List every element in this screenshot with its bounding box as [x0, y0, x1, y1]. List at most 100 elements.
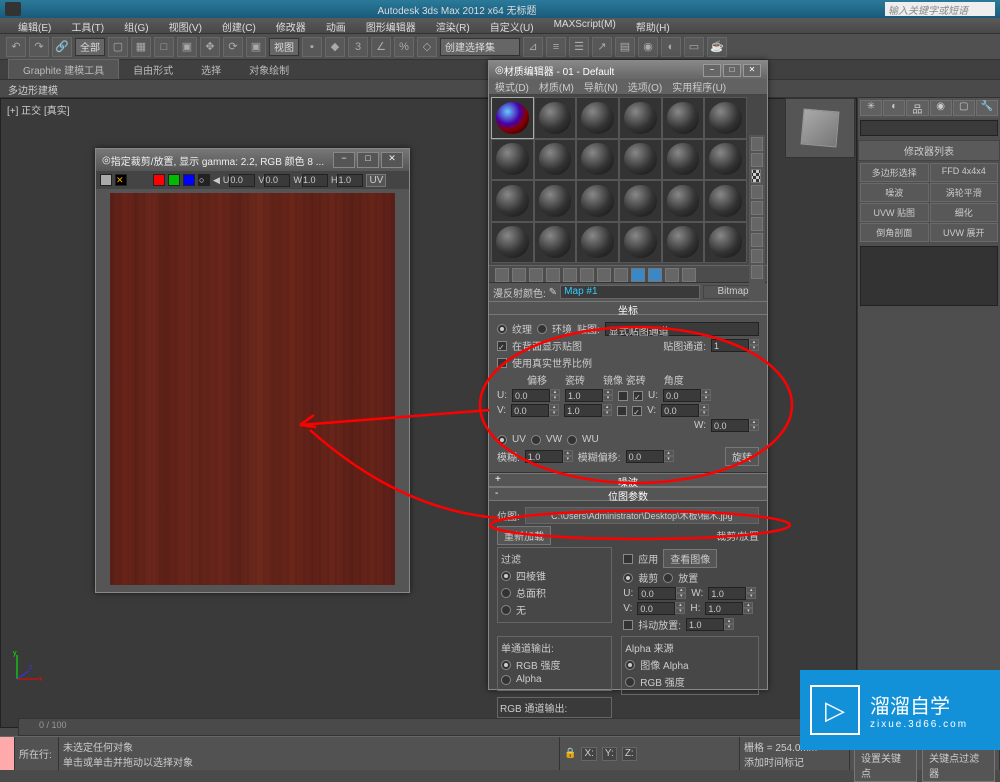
options-icon[interactable] — [751, 233, 763, 247]
y-coord[interactable]: Y: — [602, 747, 617, 761]
pivot-button[interactable]: ▪ — [302, 37, 322, 57]
material-editor-button[interactable]: ◉ — [638, 37, 658, 57]
render-setup[interactable]: ◐ — [661, 37, 681, 57]
matid-icon[interactable] — [614, 268, 628, 282]
close-button[interactable]: ✕ — [743, 64, 761, 77]
scale-button[interactable]: ▣ — [246, 37, 266, 57]
align-button[interactable]: ≡ — [546, 37, 566, 57]
v-mirror[interactable] — [617, 406, 627, 416]
uv-radio[interactable] — [497, 435, 507, 445]
material-slot[interactable] — [576, 97, 619, 139]
object-name-field[interactable] — [860, 120, 998, 136]
material-slot[interactable] — [534, 97, 577, 139]
w-angle[interactable]: ▴▾ — [711, 419, 759, 432]
mod-unwrap[interactable]: UVW 展开 — [930, 223, 999, 242]
menu-modifiers[interactable]: 修改器 — [266, 18, 316, 33]
bluroffset-spinner[interactable]: ▴▾ — [626, 450, 674, 463]
u-offset[interactable]: ▴▾ — [512, 389, 560, 402]
filter-pyramid[interactable] — [501, 571, 511, 581]
put-library-icon[interactable] — [597, 268, 611, 282]
menu-tools[interactable]: 工具(T) — [61, 18, 114, 33]
med-menu-mode[interactable]: 模式(D) — [495, 79, 529, 94]
z-coord[interactable]: Z: — [622, 747, 637, 761]
med-menu-material[interactable]: 材质(M) — [539, 79, 574, 94]
modifier-list-label[interactable]: 修改器列表 — [858, 140, 1000, 161]
u-mirror[interactable] — [618, 391, 628, 401]
alpha-rgb[interactable] — [625, 677, 635, 687]
mapping-dropdown[interactable]: 显式贴图通道 — [605, 322, 759, 336]
menu-maxscript[interactable]: MAXScript(M) — [544, 18, 626, 33]
menu-render[interactable]: 渲染(R) — [426, 18, 480, 33]
min-button[interactable]: − — [333, 152, 355, 168]
material-slot[interactable] — [491, 222, 534, 264]
material-slot[interactable] — [534, 180, 577, 222]
backlight-icon[interactable] — [751, 153, 763, 167]
make-unique-icon[interactable] — [580, 268, 594, 282]
sample-uv-icon[interactable] — [751, 185, 763, 199]
mod-polyselect[interactable]: 多边形选择 — [860, 163, 929, 182]
mod-ffd[interactable]: FFD 4x4x4 — [930, 163, 999, 182]
reset-icon[interactable] — [546, 268, 560, 282]
refcoord-dropdown[interactable]: 视图 — [269, 38, 299, 56]
setkey-button[interactable]: 设置关键点 — [854, 748, 917, 782]
material-slot[interactable] — [491, 180, 534, 222]
selection-filter[interactable]: 全部 — [75, 38, 105, 56]
channel-r-icon[interactable] — [153, 174, 165, 186]
u-angle[interactable]: ▴▾ — [663, 389, 711, 402]
u-tile-check[interactable] — [633, 391, 643, 401]
ribbon-tab-graphite[interactable]: Graphite 建模工具 — [8, 59, 119, 79]
select-by-icon[interactable] — [751, 249, 763, 263]
slot-count-icon[interactable] — [751, 265, 763, 279]
v-angle[interactable]: ▴▾ — [661, 404, 709, 417]
ribbon-tab-selection[interactable]: 选择 — [187, 60, 235, 79]
titlebar-search[interactable]: 输入关键字或短语 — [885, 2, 995, 16]
max-button[interactable]: □ — [723, 64, 741, 77]
uv-button[interactable]: UV — [366, 174, 386, 187]
material-slot[interactable] — [619, 222, 662, 264]
pick-icon[interactable]: ✎ — [549, 287, 557, 298]
jitter-check[interactable] — [623, 620, 633, 630]
material-slot[interactable] — [662, 97, 705, 139]
crop-w[interactable]: ▴▾ — [708, 587, 756, 600]
material-slot[interactable] — [534, 139, 577, 181]
vw-radio[interactable] — [531, 435, 541, 445]
med-menu-options[interactable]: 选项(O) — [628, 79, 662, 94]
menu-view[interactable]: 视图(V) — [159, 18, 212, 33]
snap-spinner[interactable]: ◇ — [417, 37, 437, 57]
select-window[interactable]: ▣ — [177, 37, 197, 57]
menu-animation[interactable]: 动画 — [316, 18, 356, 33]
environ-radio[interactable] — [537, 324, 547, 334]
material-slot[interactable] — [491, 139, 534, 181]
select-object[interactable]: ▢ — [108, 37, 128, 57]
viewport-label[interactable]: [+] 正交 [真实] — [7, 102, 70, 117]
mono-alpha[interactable] — [501, 675, 511, 685]
mod-bevel[interactable]: 倒角剖面 — [860, 223, 929, 242]
view-image-button[interactable]: 查看图像 — [663, 549, 717, 568]
x-coord[interactable]: X: — [581, 747, 596, 761]
tab-hierarchy-icon[interactable]: 品 — [906, 100, 928, 116]
timetag[interactable]: 添加时间标记 — [744, 754, 845, 769]
mirror-button[interactable]: ⊿ — [523, 37, 543, 57]
move-button[interactable]: ✥ — [200, 37, 220, 57]
sample-type-icon[interactable] — [751, 137, 763, 151]
bitmap-params-header[interactable]: -位图参数 — [489, 487, 767, 501]
channel-b-icon[interactable] — [183, 174, 195, 186]
jitter-spinner[interactable]: ▴▾ — [686, 618, 734, 631]
schematic-button[interactable]: ▤ — [615, 37, 635, 57]
apply-check[interactable] — [623, 554, 633, 564]
material-slot[interactable] — [704, 97, 747, 139]
select-rect[interactable]: □ — [154, 37, 174, 57]
v-tile[interactable]: ▴▾ — [564, 404, 612, 417]
rotate-button[interactable]: 旋转 — [725, 447, 759, 466]
filter-sum[interactable] — [501, 588, 511, 598]
material-slot[interactable] — [704, 180, 747, 222]
w-spinner[interactable]: W — [293, 174, 328, 187]
h-spinner[interactable]: H — [331, 174, 364, 187]
u-spinner[interactable]: U — [223, 174, 256, 187]
menu-grapheditors[interactable]: 图形编辑器 — [356, 18, 426, 33]
material-slot[interactable] — [534, 222, 577, 264]
tab-utilities-icon[interactable]: 🔧 — [976, 100, 998, 116]
rotate-button[interactable]: ⟳ — [223, 37, 243, 57]
snap-3d[interactable]: 3 — [348, 37, 368, 57]
mod-uvwmap[interactable]: UVW 贴图 — [860, 203, 929, 222]
